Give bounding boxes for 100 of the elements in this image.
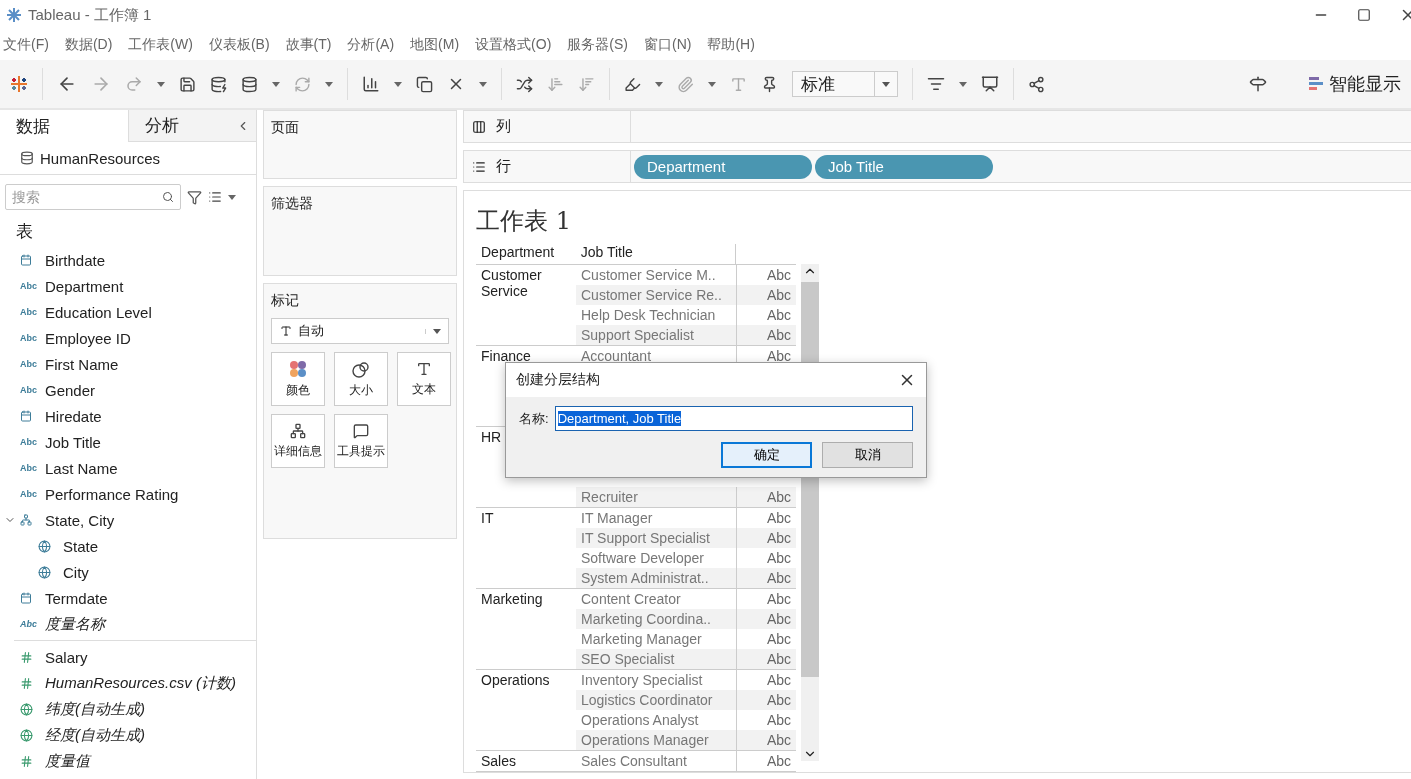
field-item[interactable]: Abc Performance Rating [0,481,256,507]
filter-icon[interactable] [187,189,202,205]
dialog-button[interactable]: 取消 [822,442,913,468]
fit-dropdown[interactable]: 标准 [792,71,898,97]
caret-icon[interactable] [708,81,716,87]
field-item[interactable]: State, City [0,507,256,533]
field-item[interactable]: Birthdate [0,247,256,273]
field-item[interactable]: Termdate [0,585,256,611]
caret-icon[interactable] [959,81,967,87]
menu-item[interactable]: 帮助(H) [707,36,755,54]
paperclip-icon[interactable] [677,75,694,93]
list-view-icon[interactable] [208,190,222,204]
type-label: Abc [20,463,37,473]
field-item[interactable]: 度量值 [0,748,256,774]
menu-item[interactable]: 故事(T) [285,36,332,54]
sheet-title: 工作表 1 [476,206,572,237]
mark-type-dropdown[interactable]: 自动 [271,318,449,344]
name-field[interactable]: Department, Job Title [554,406,913,431]
card-title: 筛选器 [271,195,314,213]
field-item[interactable]: Abc Employee ID [0,325,256,351]
mark-button[interactable]: 颜色 [271,352,325,406]
menu-item[interactable]: 仪表板(B) [208,36,270,54]
mark-button[interactable]: 文本 [397,352,451,406]
field-item[interactable]: Hiredate [0,403,256,429]
highlighter-icon[interactable] [624,75,641,93]
menu-item[interactable]: 地图(M) [410,36,460,54]
text-box-icon [416,360,432,377]
caret-icon[interactable] [655,81,663,87]
dialog-button[interactable]: 确定 [721,442,812,468]
table-cell-text: Support Specialist [580,326,695,345]
menu-item[interactable]: 数据(D) [64,36,113,54]
menu-item[interactable]: 服务器(S) [567,36,628,54]
calendar-icon [20,592,32,604]
table-cell-text: Customer Service Re.. [580,286,723,305]
field-item[interactable]: Abc Education Level [0,299,256,325]
field-item[interactable]: Abc 度量名称 [0,611,256,637]
type-label: Abc [20,359,37,369]
department-cell-text: Sales [480,752,518,771]
speech-bubble-icon [353,422,369,439]
field-item[interactable]: Abc Last Name [0,455,256,481]
field-item[interactable]: 经度(自动生成) [0,722,256,748]
field-item[interactable]: 纬度(自动生成) [0,696,256,722]
field-label: 名称: [519,409,549,428]
menu-item[interactable]: 窗口(N) [644,36,692,54]
caret-icon[interactable] [157,81,165,87]
tableau-logo-icon[interactable] [10,75,28,93]
table-cell-text: System Administrat.. [580,569,710,588]
datasource-name[interactable]: HumanResources [40,149,161,167]
mark-button[interactable]: 工具提示 [334,414,388,468]
department-cell-text: Finance [480,347,532,366]
caret-icon [882,81,890,87]
presentation-icon[interactable] [981,75,999,93]
color-dots-icon [289,359,307,378]
table-cell-text: Software Developer [580,549,705,568]
mark-button[interactable]: 大小 [334,352,388,406]
maximize-icon[interactable] [1357,8,1371,22]
search-field[interactable]: 搜索 [5,184,181,210]
menu-item[interactable]: 分析(A) [347,36,395,54]
database-icon[interactable] [241,75,258,93]
table-cell-text: SEO Specialist [580,650,676,669]
field-item[interactable]: HumanResources.csv (计数) [0,670,256,696]
menu-item[interactable]: 文件(F) [3,36,49,54]
duplicate-icon[interactable] [416,75,433,93]
table-cell: Abc [736,751,796,771]
card-title: 页面 [271,119,300,137]
table-cell: Abc [736,325,796,345]
field-item[interactable]: State [0,533,256,559]
hierarchy-icon [20,514,32,526]
type-label: Abc [20,333,37,343]
caret-icon[interactable] [228,194,236,200]
globe-icon [20,702,33,716]
caret-icon[interactable] [394,81,402,87]
add-data-icon[interactable] [210,75,227,93]
field-item[interactable]: Abc First Name [0,351,256,377]
caret-icon[interactable] [272,81,280,87]
pin-icon[interactable] [761,75,778,93]
table-cell: Abc [736,487,796,507]
new-sheet-icon[interactable] [362,75,380,93]
show-me-button[interactable]: 智能显示 [1329,72,1401,96]
hash-icon [20,650,33,664]
table-cell-text: IT Manager [580,509,654,528]
save-icon[interactable] [179,75,196,93]
share-icon[interactable] [1028,75,1045,93]
swap-icon[interactable] [516,75,533,93]
field-item[interactable]: City [0,559,256,585]
hierarchy-icon [290,422,306,439]
caret-icon[interactable] [325,81,333,87]
field-item[interactable]: Abc Department [0,273,256,299]
table-cell-text: Customer Service M.. [580,266,717,285]
menu-item[interactable]: 设置格式(O) [475,36,552,54]
caret-icon[interactable] [479,81,487,87]
table-cell-text: IT Support Specialist [580,529,711,548]
menu-item[interactable]: 工作表(W) [128,36,193,54]
signpost-icon[interactable] [1249,75,1267,93]
side-tab[interactable]: 分析 [127,110,256,142]
mark-button[interactable]: 详细信息 [271,414,325,468]
table-cell-text: Sales Consultant [580,752,688,771]
field-item[interactable]: Abc Gender [0,377,256,403]
field-item[interactable]: Salary [0,644,256,670]
field-item[interactable]: Abc Job Title [0,429,256,455]
